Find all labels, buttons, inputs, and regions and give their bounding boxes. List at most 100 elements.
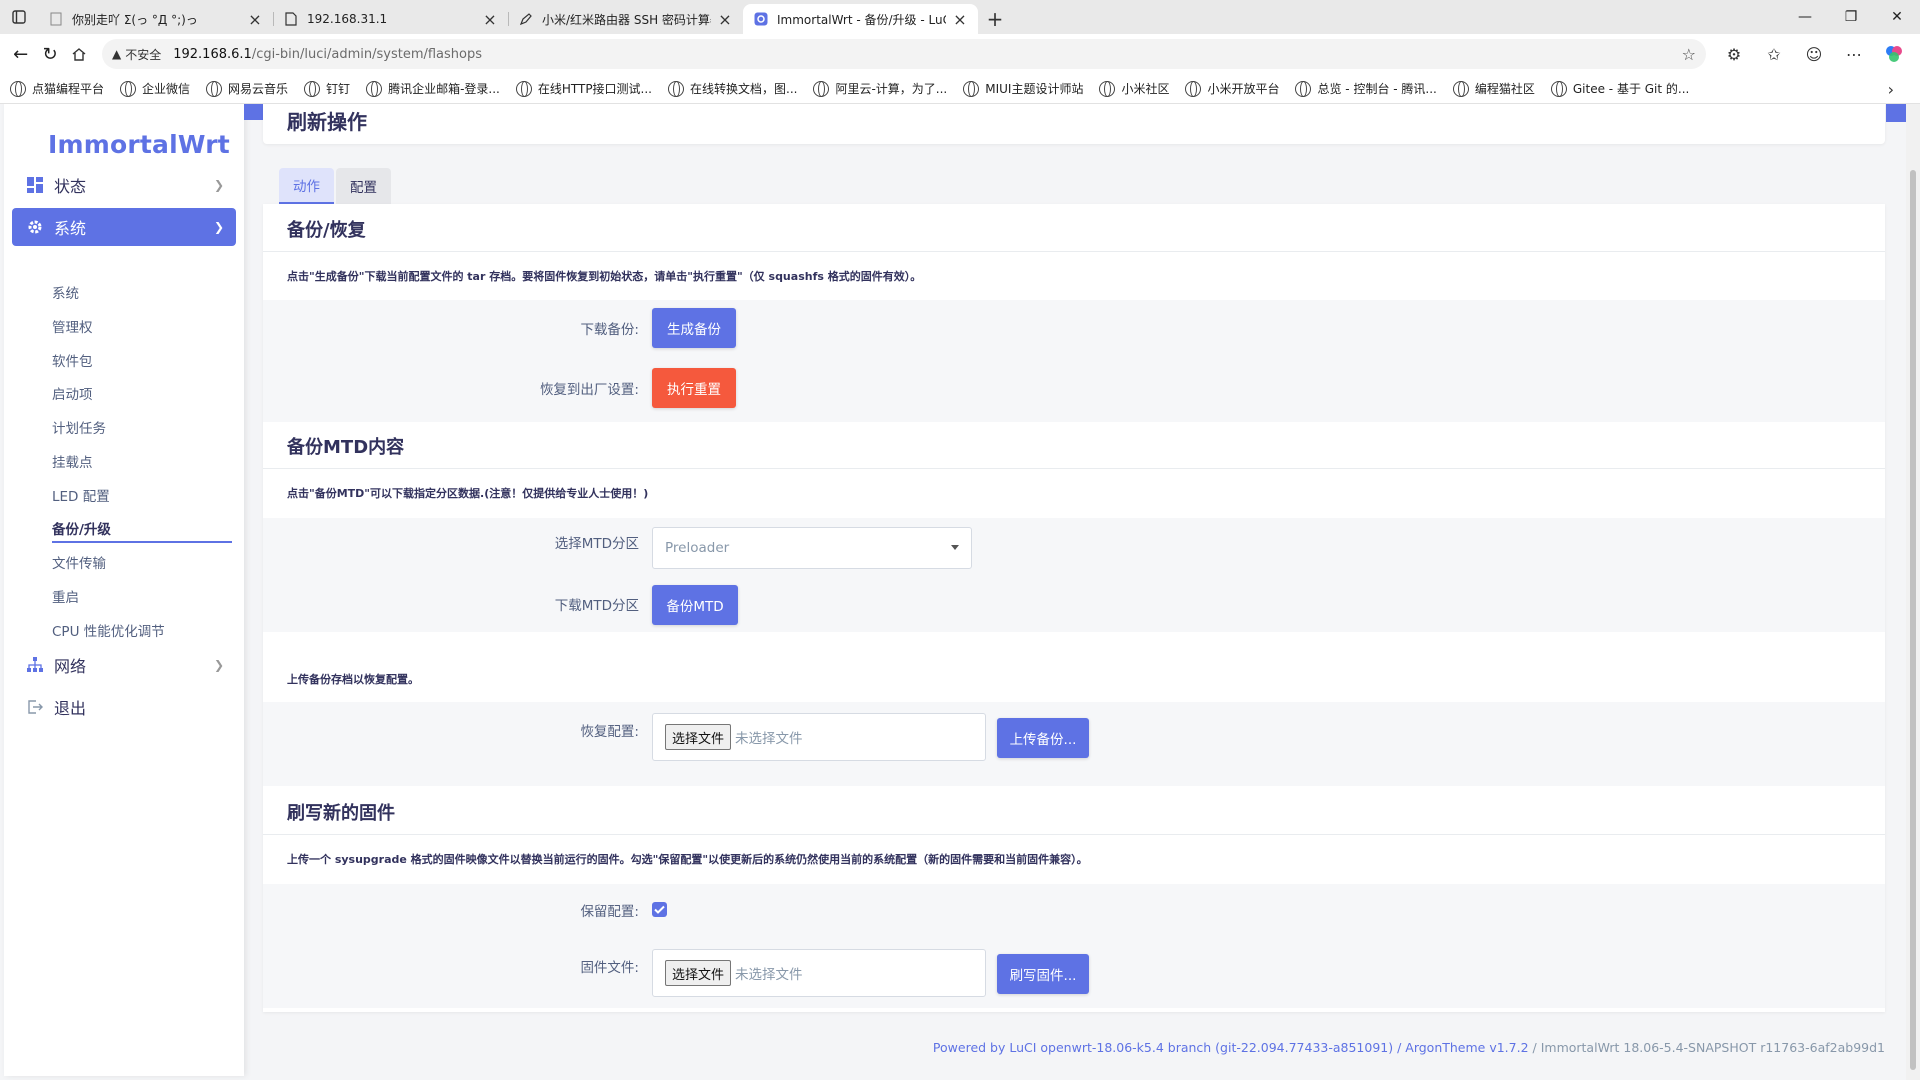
chevron-right-icon[interactable]: › xyxy=(1888,80,1894,99)
back-icon[interactable]: ← xyxy=(6,38,35,70)
browser-tab-3[interactable]: 小米/红米路由器 SSH 密码计算器 × xyxy=(508,4,743,34)
submenu-scheduled-tasks[interactable]: 计划任务 xyxy=(52,417,106,437)
submenu-admin[interactable]: 管理权 xyxy=(52,316,93,336)
favorite-star-icon[interactable]: ☆ xyxy=(1682,45,1696,64)
page-icon xyxy=(48,11,64,27)
close-icon[interactable]: × xyxy=(247,10,263,29)
section-title-firmware: 刷写新的固件 xyxy=(287,803,395,824)
submenu-cpu-tuning[interactable]: CPU 性能优化调节 xyxy=(52,620,165,640)
upload-backup-button[interactable]: 上传备份... xyxy=(997,718,1089,758)
refresh-icon[interactable]: ↻ xyxy=(35,38,64,70)
mtd-partition-select[interactable]: Preloader xyxy=(652,527,972,569)
globe-icon xyxy=(1185,80,1202,97)
menu-system[interactable]: 系统 ❯ xyxy=(12,208,236,246)
close-icon[interactable]: × xyxy=(952,10,968,29)
url-path: /cgi-bin/luci/admin/system/flashops xyxy=(251,46,483,62)
bookmark-item[interactable]: MIUI主题设计师站 xyxy=(963,80,1083,97)
bookmark-item[interactable]: 在线转换文档，图... xyxy=(668,80,797,97)
divider xyxy=(263,468,1885,469)
scrollbar-thumb[interactable] xyxy=(1910,170,1916,1070)
bookmark-item[interactable]: Gitee - 基于 Git 的... xyxy=(1550,80,1689,97)
immortalwrt-favicon-icon xyxy=(753,11,769,27)
factory-reset-label: 恢复到出厂设置: xyxy=(539,382,639,398)
submenu-file-transfer[interactable]: 文件传输 xyxy=(52,552,106,572)
firmware-file-input[interactable]: 选择文件 未选择文件 xyxy=(652,949,986,997)
browser-tab-2[interactable]: 192.168.31.1 × xyxy=(273,4,508,34)
extensions-icon[interactable]: ⚙ xyxy=(1714,38,1754,70)
sidebar: ImmortalWrt 状态 ❯ 系统 ❯ 系统 管理权 软件包 启动项 计划任… xyxy=(4,104,244,1076)
dropdown-caret-icon xyxy=(951,545,959,550)
home-icon[interactable] xyxy=(65,38,94,70)
profile-avatar-icon[interactable]: ☺ xyxy=(1794,38,1834,70)
globe-icon xyxy=(1295,80,1312,97)
close-icon[interactable]: × xyxy=(717,10,733,29)
browser-toolbar: ← ↻ ▲ 不安全 192.168.6.1/cgi-bin/luci/admin… xyxy=(0,34,1920,74)
globe-icon xyxy=(120,80,137,97)
keep-settings-checkbox[interactable] xyxy=(652,902,667,917)
globe-icon xyxy=(304,80,321,97)
tab-title: 你别走吖 Σ(っ °Д °;)っ xyxy=(72,12,198,27)
active-underline xyxy=(52,541,232,543)
submenu-system[interactable]: 系统 xyxy=(52,282,79,302)
bookmark-item[interactable]: 小米社区 xyxy=(1099,80,1169,97)
bookmark-item[interactable]: 总览 - 控制台 - 腾讯... xyxy=(1295,80,1437,97)
mtd-partition-label: 选择MTD分区 xyxy=(554,536,639,552)
bookmark-item[interactable]: 腾讯企业邮箱-登录... xyxy=(366,80,500,97)
more-menu-icon[interactable]: ⋯ xyxy=(1834,38,1874,70)
flash-firmware-button[interactable]: 刷写固件... xyxy=(997,954,1089,994)
favorites-icon[interactable]: ✩ xyxy=(1754,38,1794,70)
footer-powered-by[interactable]: Powered by LuCI openwrt-18.06-k5.4 branc… xyxy=(933,1040,1529,1055)
globe-icon xyxy=(366,80,383,97)
bookmark-item[interactable]: 在线HTTP接口测试... xyxy=(515,80,652,97)
restore-icon[interactable]: ❐ xyxy=(1828,0,1874,34)
section-title-mtd: 备份MTD内容 xyxy=(287,437,405,458)
restore-file-input[interactable]: 选择文件 未选择文件 xyxy=(652,713,986,761)
logout-icon xyxy=(26,698,44,716)
security-indicator[interactable]: ▲ 不安全 xyxy=(112,46,161,63)
bookmark-item[interactable]: 小米开放平台 xyxy=(1185,80,1279,97)
submenu-mount-points[interactable]: 挂载点 xyxy=(52,451,93,471)
perform-reset-button[interactable]: 执行重置 xyxy=(652,368,736,408)
accent-corner xyxy=(244,104,263,120)
submenu-reboot[interactable]: 重启 xyxy=(52,586,79,606)
logo[interactable]: ImmortalWrt xyxy=(48,130,230,159)
minimize-icon[interactable]: — xyxy=(1782,0,1828,34)
new-tab-icon[interactable]: + xyxy=(978,4,1012,34)
bookmark-item[interactable]: 网易云音乐 xyxy=(206,80,288,97)
choose-file-button[interactable]: 选择文件 xyxy=(665,724,732,750)
luci-page: ImmortalWrt 状态 ❯ 系统 ❯ 系统 管理权 软件包 启动项 计划任… xyxy=(0,104,1920,1080)
copilot-icon[interactable] xyxy=(1874,38,1914,70)
page-scrollbar[interactable] xyxy=(1906,104,1920,1080)
bookmark-item[interactable]: 点猫编程平台 xyxy=(10,80,104,97)
backup-mtd-button[interactable]: 备份MTD xyxy=(652,585,738,625)
bookmark-item[interactable]: 企业微信 xyxy=(120,80,190,97)
browser-tab-4[interactable]: ImmortalWrt - 备份/升级 - LuCI × xyxy=(743,4,978,34)
close-icon[interactable]: × xyxy=(482,10,498,29)
menu-status[interactable]: 状态 ❯ xyxy=(12,166,236,204)
tab-actions-icon[interactable] xyxy=(0,0,38,34)
bookmark-item[interactable]: 钉钉 xyxy=(304,80,350,97)
globe-icon xyxy=(10,80,26,97)
menu-network[interactable]: 网络 ❯ xyxy=(12,646,236,684)
tab-actions[interactable]: 动作 xyxy=(279,168,334,204)
bookmark-item[interactable]: 阿里云-计算，为了... xyxy=(813,80,947,97)
close-window-icon[interactable]: ✕ xyxy=(1874,0,1920,34)
globe-icon xyxy=(1452,80,1469,97)
generate-backup-button[interactable]: 生成备份 xyxy=(652,308,736,348)
choose-file-button[interactable]: 选择文件 xyxy=(665,960,732,986)
browser-tab-1[interactable]: 你别走吖 Σ(っ °Д °;)っ × xyxy=(38,4,273,34)
address-bar[interactable]: ▲ 不安全 192.168.6.1/cgi-bin/luci/admin/sys… xyxy=(101,39,1706,69)
menu-logout[interactable]: 退出 xyxy=(12,688,236,726)
submenu-startup[interactable]: 启动项 xyxy=(52,383,93,403)
restore-config-label: 恢复配置: xyxy=(580,724,639,740)
download-backup-label: 下载备份: xyxy=(580,322,639,338)
submenu-packages[interactable]: 软件包 xyxy=(52,350,93,370)
tab-title: ImmortalWrt - 备份/升级 - LuCI xyxy=(777,12,946,27)
mtd-description: 点击"备份MTD"可以下载指定分区数据.(注意！仅提供给专业人士使用！) xyxy=(287,487,649,500)
globe-icon xyxy=(963,80,980,97)
submenu-backup-upgrade[interactable]: 备份/升级 xyxy=(52,518,111,538)
divider xyxy=(263,251,1885,252)
bookmark-item[interactable]: 编程猫社区 xyxy=(1452,80,1535,97)
submenu-led-config[interactable]: LED 配置 xyxy=(52,485,110,505)
tab-configuration[interactable]: 配置 xyxy=(336,168,391,204)
